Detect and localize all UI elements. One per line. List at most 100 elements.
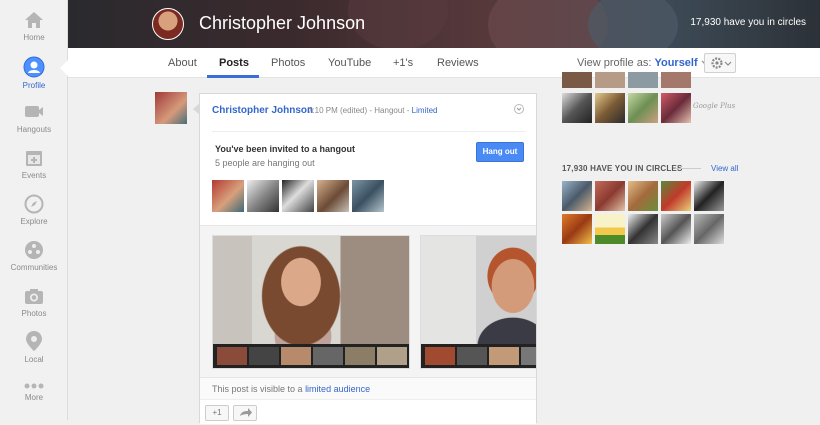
local-icon (26, 331, 42, 351)
tab-reviews[interactable]: Reviews (437, 57, 479, 69)
tab-about[interactable]: About (168, 57, 197, 69)
nav-home-label: Home (23, 33, 45, 42)
profile-name: Christopher Johnson (199, 13, 366, 33)
circle-member-avatar[interactable] (595, 214, 625, 244)
participant-avatar[interactable] (247, 180, 279, 212)
participant-strip (421, 344, 536, 368)
photo-thumb[interactable] (628, 93, 658, 123)
nav-communities-label: Communities (10, 263, 58, 272)
circle-member-avatar[interactable] (595, 181, 625, 211)
nav-communities[interactable]: Communities (0, 240, 68, 272)
google-plus-tag: Google Plus (693, 102, 736, 110)
circle-member-avatar[interactable] (562, 214, 592, 244)
hangouts-icon (25, 106, 43, 117)
profile-icon (23, 56, 45, 78)
communities-icon (25, 241, 43, 259)
plus-one-button[interactable]: +1 (205, 405, 229, 421)
nav-events[interactable]: Events (0, 148, 68, 180)
profile-tabs: About Posts Photos YouTube +1's Reviews … (68, 48, 820, 78)
nav-profile-label: Profile (22, 81, 46, 90)
post-meta: 7:10 PM (edited) - Hangout - Limited (308, 106, 437, 115)
circle-member-avatar[interactable] (694, 214, 724, 244)
cover-banner: Christopher Johnson 17,930 have you in c… (68, 0, 820, 48)
invite-subtitle: 5 people are hanging out (215, 158, 315, 168)
nav-hangouts-label: Hangouts (16, 125, 52, 134)
nav-explore[interactable]: Explore (0, 194, 68, 226)
share-button[interactable] (233, 405, 257, 421)
nav-photos-label: Photos (21, 309, 47, 318)
nav-more-label: More (24, 393, 44, 402)
hangout-screenshots (200, 225, 536, 377)
nav-local[interactable]: Local (0, 330, 68, 364)
participant-strip (213, 344, 409, 368)
circle-member-avatar[interactable] (661, 214, 691, 244)
participant-avatar[interactable] (282, 180, 314, 212)
participant-avatar[interactable] (352, 180, 384, 212)
post-visibility: This post is visible to a limited audien… (200, 377, 536, 399)
participant-avatar[interactable] (212, 180, 244, 212)
explore-icon (24, 194, 44, 214)
circle-member-avatar[interactable] (694, 181, 724, 211)
photo-thumb[interactable] (562, 72, 592, 88)
post-author-avatar[interactable] (155, 92, 187, 124)
tab-plus-ones[interactable]: +1's (393, 57, 413, 69)
more-icon (24, 383, 44, 389)
nav-local-label: Local (24, 355, 44, 364)
nav-active-pointer (60, 60, 68, 76)
photo-thumb[interactable] (595, 72, 625, 88)
nav-photos[interactable]: Photos (0, 286, 68, 318)
photos-icon (25, 289, 43, 304)
hang-out-button[interactable]: Hang out (476, 142, 524, 162)
circle-member-avatar[interactable] (661, 181, 691, 211)
view-all-link[interactable]: View all (711, 164, 738, 173)
active-tab-underline (207, 75, 259, 78)
hangout-screenshot[interactable] (212, 235, 410, 369)
post-type: Hangout (374, 106, 405, 115)
circle-member-avatar[interactable] (628, 214, 658, 244)
post-menu-button[interactable] (514, 104, 524, 114)
photo-thumb[interactable] (661, 93, 691, 123)
photo-thumb[interactable] (628, 72, 658, 88)
circle-member-avatar[interactable] (562, 181, 592, 211)
tab-youtube[interactable]: YouTube (328, 57, 371, 69)
photo-thumb[interactable] (661, 72, 691, 88)
post-separator-2: - (406, 106, 410, 115)
post-separator: - (369, 106, 373, 115)
in-circles-heading: 17,930 HAVE YOU IN CIRCLES (562, 164, 683, 173)
tab-photos[interactable]: Photos (271, 57, 305, 69)
left-nav: Home Profile Hangouts Events Explore Com… (0, 0, 68, 420)
tab-posts[interactable]: Posts (219, 57, 249, 69)
post-audience[interactable]: Limited (412, 106, 438, 115)
visibility-prefix: This post is visible to a (212, 384, 303, 394)
nav-profile[interactable]: Profile (0, 56, 68, 90)
post-time[interactable]: 7:10 PM (edited) (308, 106, 367, 115)
circle-member-avatar[interactable] (628, 181, 658, 211)
profile-avatar[interactable] (152, 8, 184, 40)
gear-icon (711, 57, 732, 69)
hangout-invite: You've been invited to a hangout 5 peopl… (212, 131, 526, 168)
nav-more[interactable]: More (0, 382, 68, 402)
participant-avatar[interactable] (317, 180, 349, 212)
post-author[interactable]: Christopher Johnson (212, 105, 313, 116)
hangout-screenshot[interactable] (420, 235, 536, 369)
events-icon (26, 151, 42, 166)
share-icon (240, 408, 252, 417)
nav-home[interactable]: Home (0, 10, 68, 42)
view-as-label: View profile as: (577, 57, 652, 69)
post-actions: +1 (200, 399, 536, 424)
nav-events-label: Events (21, 171, 47, 180)
photo-thumb[interactable] (595, 93, 625, 123)
chevron-down-icon (516, 107, 522, 111)
photo-thumb[interactable] (562, 93, 592, 123)
heading-rule (675, 168, 701, 169)
post-card: Christopher Johnson 7:10 PM (edited) - H… (199, 93, 537, 424)
home-icon (25, 12, 43, 28)
nav-hangouts[interactable]: Hangouts (0, 102, 68, 134)
screenshot-photo (213, 236, 409, 346)
view-profile-as[interactable]: View profile as: Yourself (577, 57, 709, 69)
screenshot-photo (421, 236, 536, 346)
settings-button[interactable] (704, 53, 736, 73)
limited-audience-link[interactable]: limited audience (305, 384, 370, 394)
invite-title: You've been invited to a hangout (215, 144, 355, 154)
circles-count[interactable]: 17,930 have you in circles (690, 17, 806, 28)
